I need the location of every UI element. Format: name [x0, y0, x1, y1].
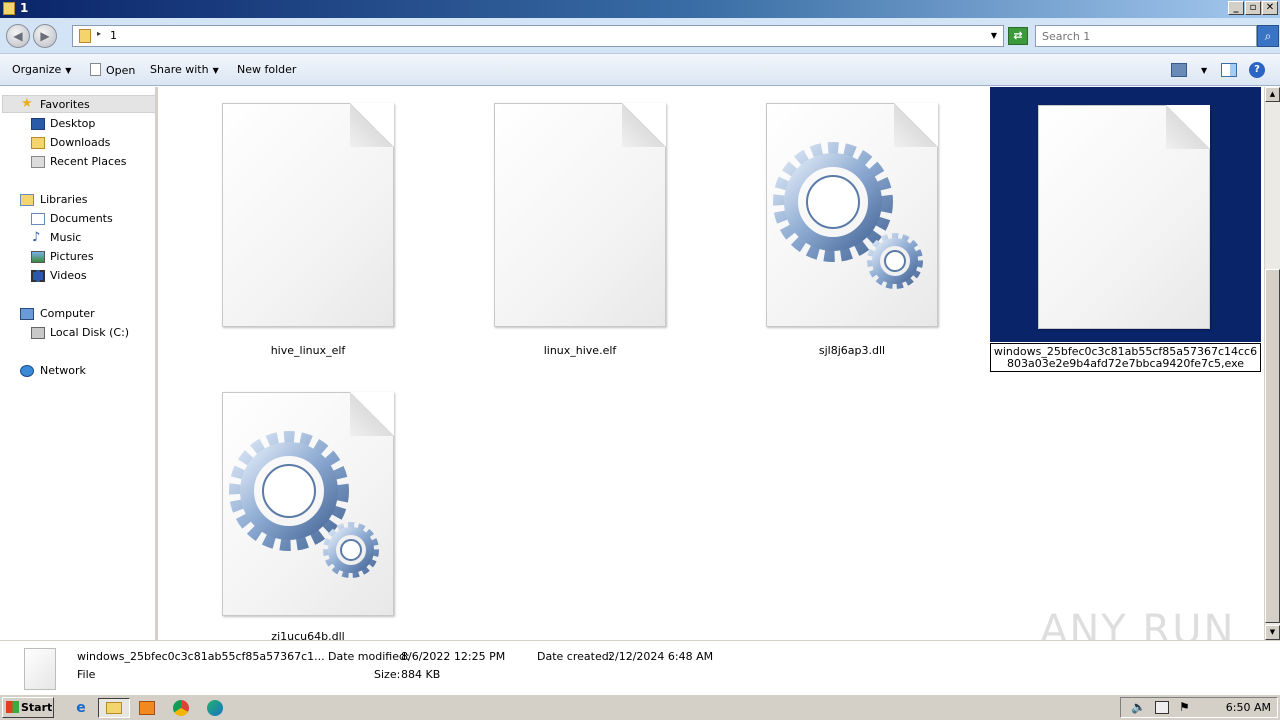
close-button[interactable]: ✕ — [1262, 1, 1278, 15]
scroll-down-icon[interactable]: ▼ — [1265, 625, 1280, 640]
change-view-icon[interactable] — [1171, 63, 1187, 77]
libraries-icon — [20, 194, 34, 206]
search-input[interactable] — [1036, 26, 1256, 46]
file-name-selected[interactable]: windows_25bfec0c3c81ab55cf85a57367c14cc6… — [990, 343, 1261, 372]
file-name: zi1ucu64b.dll — [271, 630, 345, 640]
downloads-folder-icon — [31, 137, 45, 149]
nav-label: Libraries — [40, 193, 88, 206]
computer-icon — [20, 308, 34, 320]
file-view: hive_linux_elf linux_hive.elf sjl8j6ap3.… — [160, 87, 1264, 640]
network-icon — [20, 365, 34, 377]
star-icon: ★ — [21, 96, 33, 111]
nav-label: Videos — [50, 269, 87, 282]
chevron-down-icon[interactable]: ▼ — [991, 31, 997, 40]
nav-label: Computer — [40, 307, 95, 320]
edge-icon[interactable] — [202, 698, 228, 718]
blank-document-icon — [222, 103, 394, 327]
detail-date-modified-label: Date modified: — [328, 650, 410, 663]
share-with-label: Share with — [150, 63, 209, 76]
detail-file-type: File — [77, 668, 96, 681]
back-button[interactable]: ◀ — [6, 24, 30, 48]
preview-pane-icon[interactable] — [1221, 63, 1237, 77]
document-icon — [90, 63, 101, 76]
help-icon[interactable]: ? — [1249, 62, 1265, 78]
detail-date-modified: 8/6/2022 12:25 PM — [401, 650, 506, 663]
file-name: sjl8j6ap3.dll — [818, 344, 886, 357]
nav-label: Network — [40, 364, 86, 377]
nav-label: Music — [50, 231, 82, 244]
detail-size: 884 KB — [401, 668, 441, 681]
recent-places-icon — [31, 156, 45, 168]
new-folder-button[interactable]: New folder — [237, 63, 296, 76]
folder-icon — [79, 29, 91, 43]
desktop-icon — [31, 118, 45, 130]
start-label: Start — [21, 701, 53, 714]
window-title: 1 — [20, 1, 29, 15]
view-dropdown-icon[interactable]: ▼ — [1197, 63, 1207, 76]
vertical-scrollbar[interactable]: ▲ ▼ — [1264, 87, 1280, 640]
command-bar: Organize ▼ Open Share with ▼ New folder ▼ … — [0, 54, 1280, 86]
blank-document-icon — [494, 103, 666, 327]
start-button[interactable]: Start — [2, 697, 54, 718]
dll-gears-icon — [766, 103, 938, 327]
pictures-icon — [31, 251, 45, 263]
maximize-button[interactable]: ▫ — [1245, 1, 1261, 15]
scroll-up-icon[interactable]: ▲ — [1265, 87, 1280, 102]
nav-label: Favorites — [40, 98, 90, 111]
nav-label: Recent Places — [50, 155, 127, 168]
address-bar[interactable]: ▸ 1 ▼ — [72, 25, 1004, 47]
detail-date-created: 2/12/2024 6:48 AM — [608, 650, 714, 663]
scroll-thumb[interactable] — [1265, 269, 1280, 623]
network-tray-icon[interactable] — [1155, 701, 1169, 714]
nav-label: Desktop — [50, 117, 96, 130]
details-pane: windows_25bfec0c3c81ab55cf85a57367c1... … — [0, 640, 1280, 692]
action-center-flag-icon[interactable]: ⚑ — [1179, 700, 1190, 714]
nav-label: Pictures — [50, 250, 94, 263]
open-label: Open — [106, 64, 136, 77]
explorer-taskbar-icon[interactable] — [98, 698, 130, 718]
detail-file-name: windows_25bfec0c3c81ab55cf85a57367c1... — [77, 650, 325, 663]
nav-label: Downloads — [50, 136, 111, 149]
clock[interactable]: 6:50 AM — [1226, 701, 1271, 714]
taskbar: Start e 🔈 ⚑ 6:50 AM — [0, 694, 1280, 720]
file-name: linux_hive.elf — [543, 344, 617, 357]
title-bar: 1 _ ▫ ✕ — [0, 0, 1280, 18]
chevron-down-icon: ▼ — [65, 66, 72, 75]
detail-date-created-label: Date created: — [537, 650, 613, 663]
chrome-icon[interactable] — [168, 698, 194, 718]
forward-button[interactable]: ▶ — [33, 24, 57, 48]
file-name: hive_linux_elf — [270, 344, 346, 357]
search-field[interactable] — [1035, 25, 1257, 47]
music-icon: ♪ — [32, 230, 41, 245]
minimize-button[interactable]: _ — [1228, 1, 1244, 15]
drive-icon — [31, 327, 45, 339]
system-tray: 🔈 ⚑ 6:50 AM — [1120, 697, 1278, 718]
chevron-right-icon[interactable]: ▸ — [97, 29, 101, 38]
organize-button[interactable]: Organize ▼ — [12, 63, 71, 76]
organize-label: Organize — [12, 63, 62, 76]
documents-icon — [31, 213, 45, 225]
media-player-icon[interactable] — [134, 698, 160, 718]
navigation-pane: ★ Favorites Desktop Downloads Recent Pla… — [0, 87, 158, 640]
windows-logo-icon — [6, 701, 19, 713]
chevron-down-icon: ▼ — [212, 66, 219, 75]
share-with-button[interactable]: Share with ▼ — [150, 63, 219, 76]
detail-size-label: Size: — [374, 668, 401, 681]
dll-gears-icon — [222, 392, 394, 616]
videos-icon — [31, 270, 45, 282]
internet-explorer-icon[interactable]: e — [68, 698, 94, 718]
nav-label: Local Disk (C:) — [50, 326, 130, 339]
volume-icon[interactable]: 🔈 — [1131, 700, 1146, 714]
address-path[interactable]: 1 — [110, 29, 117, 42]
refresh-icon[interactable]: ⇄ — [1008, 27, 1028, 45]
folder-icon — [3, 2, 15, 15]
nav-label: Documents — [50, 212, 113, 225]
blank-document-icon — [1038, 105, 1210, 329]
search-icon[interactable]: ⌕ — [1257, 25, 1279, 47]
nav-favorites[interactable]: ★ Favorites — [2, 95, 156, 113]
address-row: ◀ ▶ ▸ 1 ▼ ⇄ ⌕ — [0, 18, 1280, 54]
file-icon — [24, 648, 56, 690]
open-button[interactable]: Open — [90, 63, 135, 77]
